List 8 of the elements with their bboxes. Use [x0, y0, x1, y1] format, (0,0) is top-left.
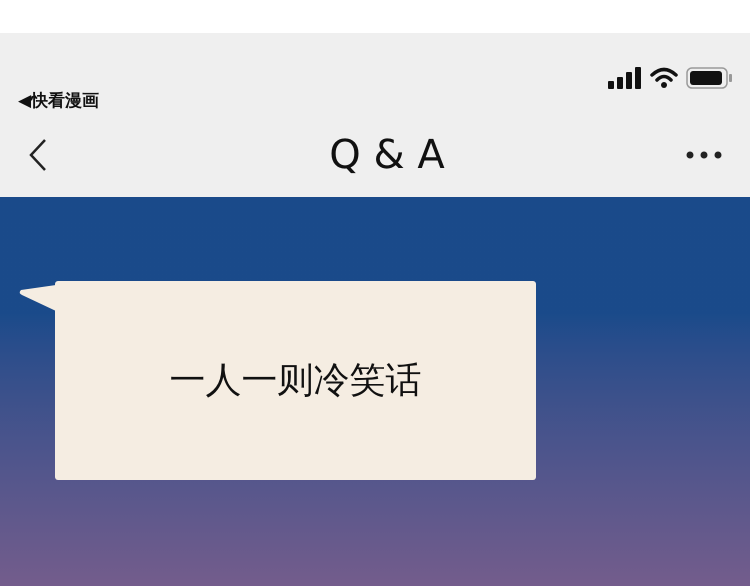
battery-icon: [686, 67, 732, 89]
signal-icon: [608, 67, 642, 89]
back-to-app-link[interactable]: ◀快看漫画: [18, 89, 100, 114]
more-icon[interactable]: [686, 151, 722, 159]
back-icon[interactable]: [28, 138, 48, 172]
wifi-icon: [650, 67, 678, 89]
bubble-text: 一人一则冷笑话: [170, 358, 422, 402]
page-title: Q & A: [329, 131, 445, 180]
